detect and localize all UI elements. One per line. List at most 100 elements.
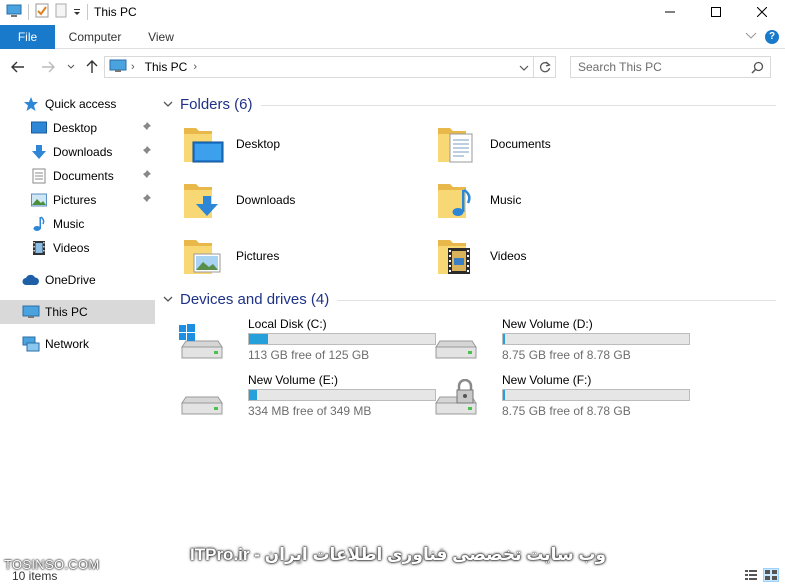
- forward-arrow-icon: [42, 61, 55, 73]
- view-switcher: [743, 568, 779, 582]
- folder-name: Documents: [490, 137, 551, 151]
- new-folder-icon[interactable]: [55, 3, 67, 21]
- sidebar-item-network[interactable]: Network: [0, 332, 155, 356]
- customize-toolbar-dropdown-icon[interactable]: [73, 5, 81, 19]
- sidebar-item-desktop[interactable]: Desktop: [0, 116, 155, 140]
- folder-name: Music: [490, 193, 522, 207]
- tiles-view-button[interactable]: [763, 568, 779, 582]
- group-divider: [260, 104, 776, 106]
- forward-button[interactable]: [38, 54, 58, 80]
- folder-music[interactable]: Music: [436, 176, 676, 224]
- tab-file[interactable]: File: [0, 25, 55, 49]
- status-item-count: 10 items: [12, 569, 58, 583]
- close-icon: [757, 7, 767, 17]
- drive-usage-fill: [249, 334, 268, 344]
- sidebar-item-music[interactable]: Music: [0, 212, 155, 236]
- drive-c[interactable]: Local Disk (C:) 113 GB free of 125 GB: [178, 317, 436, 367]
- help-icon[interactable]: ?: [765, 30, 779, 44]
- drive-usage-fill: [503, 390, 505, 400]
- quick-access-toolbar: [0, 0, 88, 24]
- address-history-chevron-icon[interactable]: [519, 61, 529, 75]
- folders-group-header[interactable]: Folders (6): [160, 94, 776, 114]
- drive-name: New Volume (F:): [502, 373, 592, 387]
- star-icon: [22, 95, 40, 113]
- folders-group-title: Folders (6): [180, 95, 253, 113]
- drives-group-title: Devices and drives (4): [180, 290, 330, 308]
- refresh-button[interactable]: [533, 57, 555, 77]
- cloud-icon: [22, 271, 40, 289]
- tab-view[interactable]: View: [138, 25, 184, 49]
- minimize-button[interactable]: [647, 0, 693, 24]
- documents-folder-icon: [436, 122, 480, 166]
- recent-locations-button[interactable]: [64, 54, 78, 80]
- folder-desktop[interactable]: Desktop: [182, 120, 422, 168]
- drives-group-header[interactable]: Devices and drives (4): [160, 289, 776, 309]
- search-box[interactable]: [570, 56, 771, 78]
- search-input[interactable]: [578, 60, 748, 74]
- toolbar-divider: [87, 4, 88, 20]
- properties-icon[interactable]: [35, 3, 49, 21]
- minimize-icon: [665, 11, 675, 13]
- music-note-icon: [30, 215, 48, 233]
- tab-computer[interactable]: Computer: [58, 25, 132, 49]
- drive-name: New Volume (E:): [248, 373, 339, 387]
- folder-downloads[interactable]: Downloads: [182, 176, 422, 224]
- expand-ribbon-chevron-icon[interactable]: [745, 29, 757, 43]
- up-arrow-icon: [86, 60, 98, 73]
- title-bar: This PC: [0, 0, 785, 24]
- folder-documents[interactable]: Documents: [436, 120, 676, 168]
- sidebar-item-downloads[interactable]: Downloads: [0, 140, 155, 164]
- music-folder-icon: [436, 178, 480, 222]
- drive-e[interactable]: New Volume (E:) 334 MB free of 349 MB: [178, 373, 436, 423]
- drive-free-space: 334 MB free of 349 MB: [248, 404, 372, 418]
- refresh-icon: [539, 61, 551, 73]
- sidebar-item-label: Network: [45, 337, 90, 351]
- sidebar-item-label: Pictures: [53, 193, 97, 207]
- drive-name: Local Disk (C:): [248, 317, 327, 331]
- breadcrumb-chevron-icon[interactable]: ›: [131, 61, 135, 73]
- drive-usage-bar: [502, 333, 690, 345]
- up-button[interactable]: [84, 54, 100, 80]
- drive-usage-bar: [248, 333, 436, 345]
- drive-f[interactable]: New Volume (F:) 8.75 GB free of 8.78 GB: [432, 373, 690, 423]
- folder-name: Downloads: [236, 193, 296, 207]
- chevron-down-icon[interactable]: [160, 295, 176, 303]
- drive-usage-fill: [503, 334, 505, 344]
- sidebar-item-onedrive[interactable]: OneDrive: [0, 268, 155, 292]
- breadcrumb-this-pc[interactable]: This PC: [145, 60, 188, 74]
- computer-icon: [6, 4, 22, 21]
- search-icon[interactable]: [751, 61, 764, 77]
- sidebar-item-label: Documents: [53, 169, 114, 183]
- desktop-icon: [30, 119, 48, 137]
- address-bar[interactable]: › This PC ›: [104, 56, 556, 78]
- breadcrumb-chevron-icon[interactable]: ›: [193, 61, 197, 73]
- folder-name: Desktop: [236, 137, 281, 151]
- folder-pictures[interactable]: Pictures: [182, 232, 422, 280]
- toolbar-divider: [28, 4, 29, 20]
- chevron-down-icon[interactable]: [160, 100, 176, 108]
- pin-icon: [141, 169, 151, 183]
- sidebar-item-label: This PC: [45, 305, 88, 319]
- maximize-button[interactable]: [693, 0, 739, 24]
- sidebar-item-this-pc[interactable]: This PC: [0, 300, 155, 324]
- back-button[interactable]: [8, 54, 28, 80]
- locked-drive-icon: [432, 378, 478, 419]
- window-title: This PC: [94, 5, 137, 19]
- drive-name: New Volume (D:): [502, 317, 593, 331]
- drive-d[interactable]: New Volume (D:) 8.75 GB free of 8.78 GB: [432, 317, 690, 367]
- window-controls: [647, 0, 785, 24]
- sidebar-item-quick-access[interactable]: Quick access: [0, 92, 155, 116]
- sidebar-item-videos[interactable]: Videos: [0, 236, 155, 260]
- chevron-down-icon: [67, 64, 75, 69]
- drive-free-space: 8.75 GB free of 8.78 GB: [502, 348, 631, 362]
- sidebar-item-label: OneDrive: [45, 273, 96, 287]
- sidebar-item-documents[interactable]: Documents: [0, 164, 155, 188]
- drive-usage-bar: [248, 389, 436, 401]
- sidebar-item-pictures[interactable]: Pictures: [0, 188, 155, 212]
- navigation-bar: › This PC ›: [0, 54, 785, 80]
- sidebar-item-label: Music: [53, 217, 85, 231]
- content-area: Folders (6) Desktop Documents Downloads: [160, 88, 780, 558]
- folder-videos[interactable]: Videos: [436, 232, 676, 280]
- details-view-button[interactable]: [743, 568, 759, 582]
- close-button[interactable]: [739, 0, 785, 24]
